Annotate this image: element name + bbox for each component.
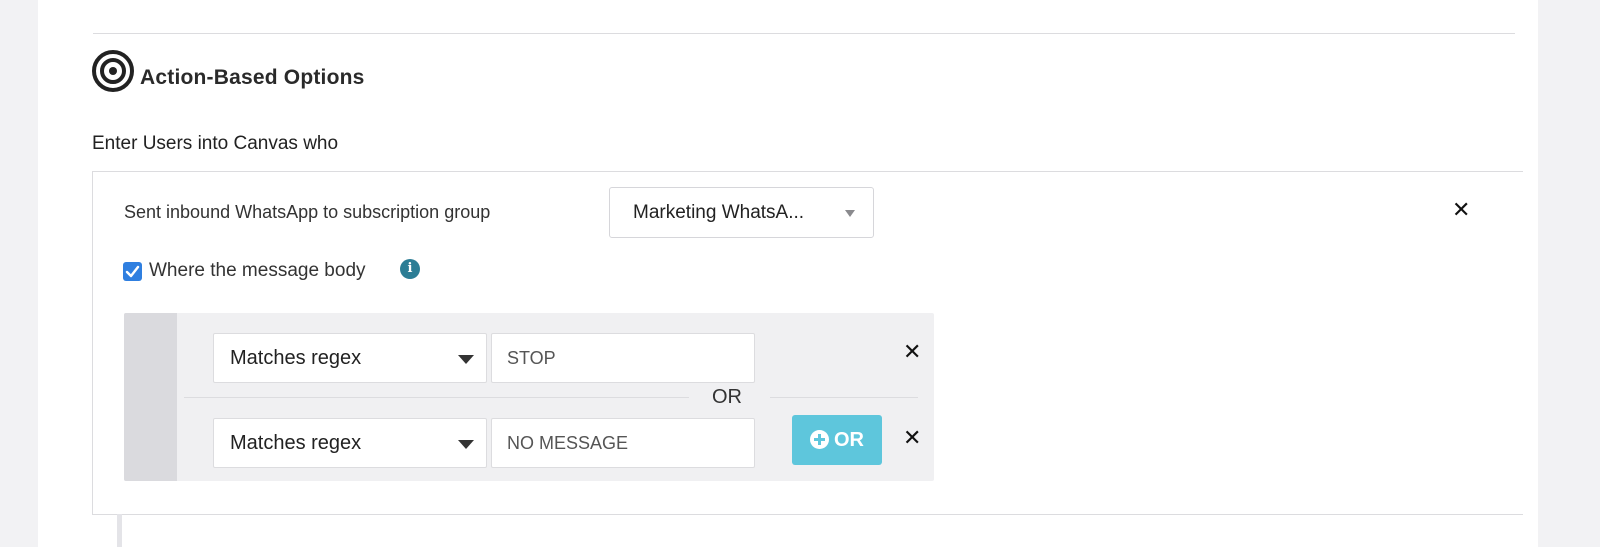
criteria-rail	[117, 514, 122, 547]
chevron-down-icon	[845, 210, 855, 217]
add-or-label: OR	[834, 429, 864, 451]
plus-circle-icon	[810, 430, 829, 449]
message-body-checkbox-label: Where the message body	[149, 260, 366, 281]
message-body-checkbox[interactable]	[123, 262, 142, 281]
remove-trigger-close-icon[interactable]: ✕	[1452, 199, 1470, 221]
or-separator: OR	[712, 386, 742, 408]
regex-input-2[interactable]: NO MESSAGE	[491, 418, 755, 468]
checkmark-icon	[125, 265, 140, 278]
remove-filter-close-icon[interactable]: ✕	[903, 427, 921, 449]
operator-select-1[interactable]: Matches regex	[213, 333, 487, 383]
trigger-event-label: Sent inbound WhatsApp to subscription gr…	[124, 202, 491, 222]
chevron-down-icon	[458, 355, 474, 364]
operator-value: Matches regex	[230, 347, 362, 369]
target-icon	[92, 50, 134, 92]
add-or-button[interactable]: OR	[792, 415, 882, 465]
or-divider-line	[184, 397, 689, 398]
subscription-group-select[interactable]: Marketing WhatsA...	[609, 187, 874, 238]
regex-input-1[interactable]: STOP	[491, 333, 755, 383]
section-divider	[93, 33, 1515, 34]
filter-group-bar	[124, 313, 177, 481]
chevron-down-icon	[458, 440, 474, 449]
remove-filter-close-icon[interactable]: ✕	[903, 341, 921, 363]
section-title: Action-Based Options	[140, 66, 365, 89]
or-divider-line	[770, 397, 918, 398]
info-icon[interactable]: i	[400, 259, 420, 279]
entry-label: Enter Users into Canvas who	[92, 133, 339, 154]
subscription-group-value: Marketing WhatsA...	[633, 202, 805, 223]
operator-select-2[interactable]: Matches regex	[213, 418, 487, 468]
operator-value: Matches regex	[230, 432, 362, 454]
